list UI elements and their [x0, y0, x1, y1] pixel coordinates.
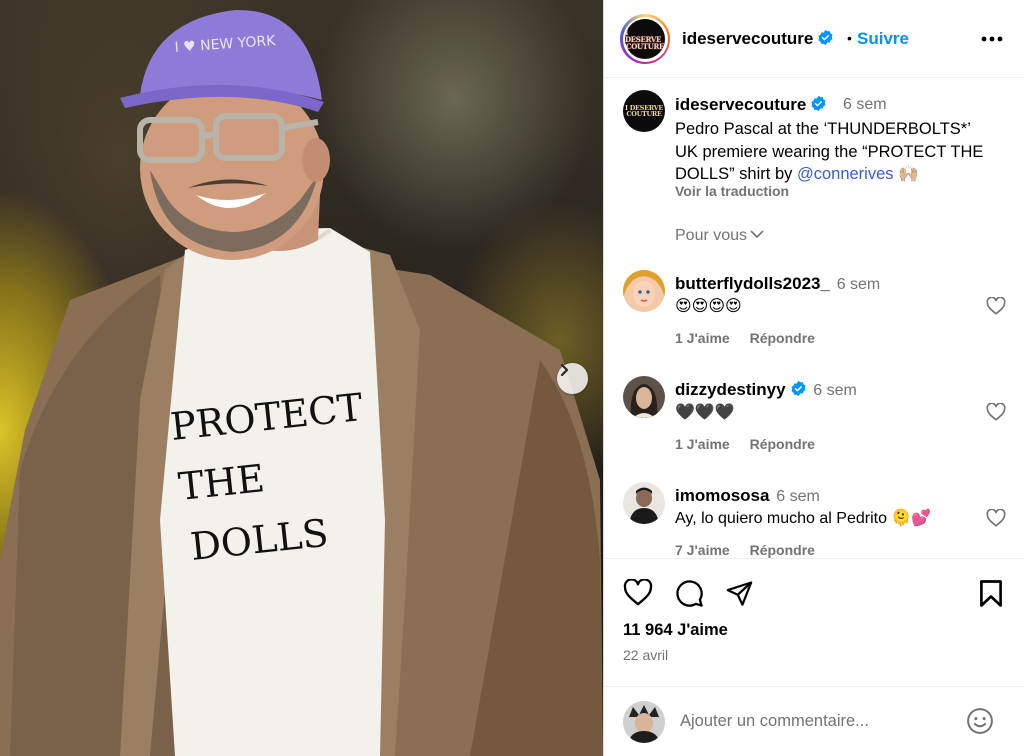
comment-username-text[interactable]: imomososa	[675, 486, 769, 505]
comment-username[interactable]: butterflydolls2023_ 6 sem	[675, 274, 880, 294]
for-you-dropdown[interactable]: Pour vous	[675, 227, 764, 245]
comment-item: dizzydestinyy 6 sem 🖤🖤🖤 1 J'aime Répondr…	[604, 374, 1024, 474]
verified-badge-icon	[791, 380, 806, 397]
comment-likes[interactable]: 7 J'aime	[675, 542, 730, 558]
like-comment-heart-icon[interactable]	[986, 403, 1006, 421]
likes-count[interactable]: 11 964 J'aime	[623, 621, 728, 640]
comment-username[interactable]: dizzydestinyy 6 sem	[675, 380, 857, 400]
comment-item: butterflydolls2023_ 6 sem 😍😍😍😍 1 J'aime …	[604, 268, 1024, 368]
mention-link[interactable]: @connerives	[797, 165, 894, 183]
reply-button[interactable]: Répondre	[750, 542, 815, 558]
comment-text: 🖤🖤🖤	[675, 404, 735, 421]
comment-meta: 1 J'aime Répondre	[675, 330, 831, 346]
comment-username-text[interactable]: dizzydestinyy	[675, 380, 786, 399]
comment-avatar[interactable]	[623, 482, 665, 524]
more-options-button[interactable]	[980, 28, 1004, 50]
caption-emoji: 🙌🏼	[898, 165, 919, 183]
avatar: I DESERVE COUTURE	[625, 19, 665, 59]
caption-username-text[interactable]: ideservecouture	[675, 95, 806, 114]
current-user-avatar[interactable]	[623, 701, 665, 743]
verified-badge-icon	[818, 29, 833, 46]
doll-avatar-image	[623, 270, 665, 312]
reply-button[interactable]: Répondre	[750, 330, 815, 346]
caption-time[interactable]: 6 sem	[843, 96, 887, 114]
comment-bubble-icon[interactable]	[675, 579, 704, 608]
comment-text: 😍😍😍😍	[675, 298, 742, 315]
author-username-text[interactable]: ideservecouture	[682, 29, 813, 48]
comment-likes[interactable]: 1 J'aime	[675, 436, 730, 452]
post-image[interactable]: PROTECT THE DOLLS I ♥ NEW YORK	[0, 0, 603, 756]
like-comment-heart-icon[interactable]	[986, 509, 1006, 527]
like-comment-heart-icon[interactable]	[986, 297, 1006, 315]
post-date[interactable]: 22 avril	[623, 647, 668, 663]
for-you-label[interactable]: Pour vous	[675, 227, 747, 244]
next-image-button[interactable]	[557, 363, 588, 394]
separator-dot: •	[847, 30, 852, 46]
comment-text: Ay, lo quiero mucho al Pedrito 🫠💕	[675, 510, 932, 527]
logo-word-1: I DESERVE	[625, 27, 662, 44]
comment-username[interactable]: imomososa 6 sem	[675, 486, 820, 506]
user-avatar-image	[623, 701, 665, 743]
emoji-smiley-icon[interactable]	[966, 707, 994, 735]
comment-avatar[interactable]	[623, 376, 665, 418]
comment-time[interactable]: 6 sem	[776, 488, 820, 505]
portrait-avatar-image	[623, 482, 665, 524]
comment-username-text[interactable]: butterflydolls2023_	[675, 274, 830, 293]
follow-button[interactable]: Suivre	[857, 29, 909, 49]
post-header: I DESERVE COUTURE ideservecouture • Suiv…	[604, 0, 1024, 78]
comment-meta: 1 J'aime Répondre	[675, 436, 831, 452]
story-ring[interactable]: I DESERVE COUTURE	[620, 14, 670, 64]
see-translation-link[interactable]: Voir la traduction	[675, 183, 789, 199]
save-bookmark-icon[interactable]	[979, 579, 1003, 608]
portrait-avatar-image	[623, 376, 665, 418]
more-dots-icon	[981, 36, 1003, 42]
caption-logo-word-2: COUTURE	[626, 110, 662, 118]
author-username[interactable]: ideservecouture	[682, 29, 834, 49]
comment-likes[interactable]: 1 J'aime	[675, 330, 730, 346]
caption-text: Pedro Pascal at the ‘THUNDERBOLTS*’ UK p…	[675, 118, 995, 186]
chevron-right-icon	[560, 363, 569, 377]
shirt-line-2: THE	[176, 456, 266, 509]
share-send-icon[interactable]	[725, 579, 754, 607]
post-sidebar: I DESERVE COUTURE ideservecouture • Suiv…	[603, 0, 1024, 756]
comment-avatar[interactable]	[623, 270, 665, 312]
like-heart-icon[interactable]	[623, 579, 653, 606]
caption-avatar[interactable]: I DESERVE COUTURE	[623, 90, 665, 132]
reply-button[interactable]: Répondre	[750, 436, 815, 452]
comment-composer	[604, 686, 1024, 756]
chevron-down-icon	[750, 230, 764, 238]
comment-time[interactable]: 6 sem	[837, 276, 881, 293]
post-actions: 11 964 J'aime 22 avril	[604, 558, 1024, 698]
caption-username[interactable]: ideservecouture	[675, 95, 827, 115]
photo-illustration: PROTECT THE DOLLS I ♥ NEW YORK	[0, 9, 603, 756]
verified-badge-icon	[811, 95, 826, 112]
comment-input[interactable]	[680, 709, 960, 733]
logo-word-2: COUTURE	[625, 41, 665, 51]
comment-meta: 7 J'aime Répondre	[675, 542, 831, 558]
comment-time[interactable]: 6 sem	[813, 382, 857, 399]
